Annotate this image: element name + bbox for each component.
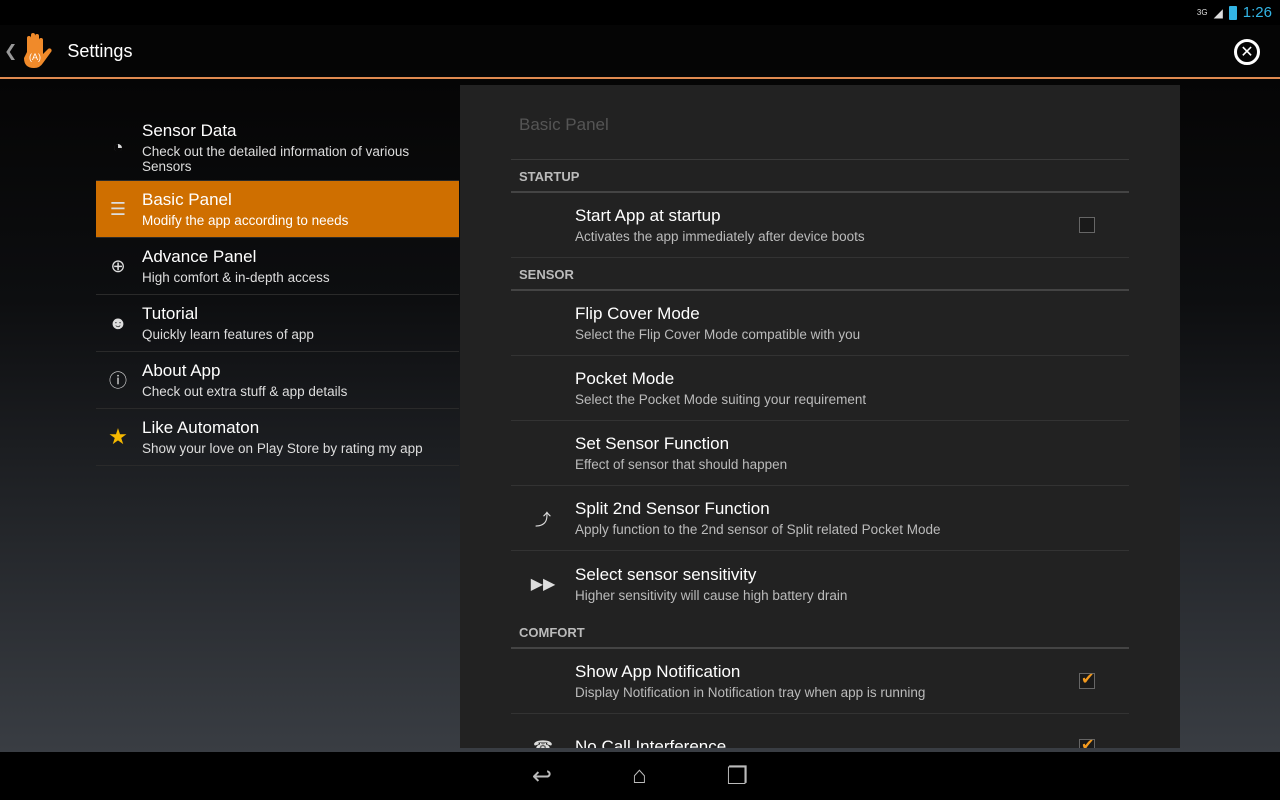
gauge-icon: ◔ — [112, 137, 124, 157]
item-title: About App — [142, 361, 221, 380]
back-chevron-icon[interactable]: ❮ — [4, 41, 17, 61]
pref-no-call-interference[interactable]: ☎ No Call Interference — [511, 714, 1129, 748]
pref-subtitle: Effect of sensor that should happen — [575, 457, 788, 472]
signal-icon: ◢ — [1213, 5, 1223, 20]
pref-title: Split 2nd Sensor Function — [575, 499, 770, 518]
item-subtitle: Check out the detailed information of va… — [142, 144, 410, 174]
pref-subtitle: Display Notification in Notification tra… — [575, 685, 926, 700]
category-comfort: COMFORT — [511, 616, 1129, 649]
status-bar: 3G ◢ 1:26 — [0, 0, 1280, 25]
clock: 1:26 — [1242, 4, 1272, 21]
info-icon: ⓘ — [109, 371, 127, 391]
pref-title: No Call Interference — [575, 736, 727, 749]
category-startup: STARTUP — [511, 160, 1129, 193]
fast-forward-icon: ▶▶ — [530, 575, 556, 593]
item-subtitle: Modify the app according to needs — [142, 213, 349, 228]
pref-title: Flip Cover Mode — [575, 304, 700, 323]
pref-subtitle: Select the Pocket Mode suiting your requ… — [575, 392, 867, 407]
close-button[interactable]: ✕ — [1234, 39, 1260, 65]
navigation-bar: ↩ ⌂ ❐ — [0, 752, 1280, 800]
action-bar: ❮ (A) Settings ✕ — [0, 25, 1280, 79]
item-subtitle: Quickly learn features of app — [142, 327, 314, 342]
back-nav-icon[interactable]: ↩ — [532, 762, 552, 791]
pref-set-sensor-function[interactable]: Set Sensor Function Effect of sensor that… — [511, 421, 1129, 486]
sidebar-item-advance-panel[interactable]: ⊕ Advance Panel High comfort & in-depth ac… — [96, 238, 459, 295]
svg-text:(A): (A) — [29, 52, 41, 62]
plus-circle-icon: ⊕ — [110, 255, 126, 276]
battery-icon — [1228, 5, 1237, 20]
basic-panel: Basic Panel STARTUP Start App at startup… — [460, 85, 1180, 748]
person-icon: ☻ — [108, 312, 128, 333]
pref-title: Show App Notification — [575, 662, 741, 681]
pref-subtitle: Apply function to the 2nd sensor of Spli… — [575, 522, 941, 537]
item-title: Advance Panel — [142, 247, 257, 266]
pref-sensor-sensitivity[interactable]: ▶▶ Select sensor sensitivity Higher sensit… — [511, 551, 1129, 616]
category-sensor: SENSOR — [511, 258, 1129, 291]
app-logo-hand-icon[interactable]: (A) — [21, 32, 55, 70]
item-title: Tutorial — [142, 304, 199, 323]
close-icon: ✕ — [1240, 44, 1254, 61]
pref-flip-cover-mode[interactable]: Flip Cover Mode Select the Flip Cover Mod… — [511, 291, 1129, 356]
pref-subtitle: Higher sensitivity will cause high batte… — [575, 587, 848, 603]
pref-title: Pocket Mode — [575, 369, 675, 388]
pref-show-app-notification[interactable]: Show App Notification Display Notificatio… — [511, 649, 1129, 714]
panel-title: Basic Panel — [511, 85, 1129, 160]
pref-title: Select sensor sensitivity — [575, 564, 757, 584]
page-title: Settings — [67, 40, 133, 61]
item-title: Basic Panel — [142, 190, 232, 209]
item-subtitle: High comfort & in-depth access — [142, 270, 330, 285]
pref-pocket-mode[interactable]: Pocket Mode Select the Pocket Mode suitin… — [511, 356, 1129, 421]
home-nav-icon[interactable]: ⌂ — [632, 762, 647, 790]
item-subtitle: Check out extra stuff & app details — [142, 384, 348, 399]
item-title: Sensor Data — [142, 121, 237, 140]
pref-subtitle: Select the Flip Cover Mode compatible wi… — [575, 327, 861, 342]
item-title: Like Automaton — [142, 418, 260, 437]
item-subtitle: Show your love on Play Store by rating m… — [142, 441, 423, 456]
pref-split-2nd-sensor-function[interactable]: ⤴ Split 2nd Sensor Function Apply function… — [511, 486, 1129, 551]
pref-start-app-at-startup[interactable]: Start App at startup Activates the app im… — [511, 193, 1129, 258]
pref-title: Start App at startup — [575, 206, 721, 225]
sidebar-item-tutorial[interactable]: ☻ Tutorial Quickly learn features of app — [96, 295, 459, 352]
split-arrow-icon: ⤴ — [534, 512, 551, 529]
star-icon: ★ — [108, 424, 128, 449]
pref-title: Set Sensor Function — [575, 434, 730, 453]
list-icon: ☰ — [109, 198, 127, 219]
pref-subtitle: Activates the app immediately after devi… — [575, 229, 865, 244]
network-type: 3G — [1196, 8, 1208, 17]
call-interference-checkbox[interactable] — [1079, 735, 1095, 748]
notification-checkbox[interactable] — [1079, 669, 1095, 689]
settings-sidebar: ◔ Sensor Data Check out the detailed infor… — [96, 115, 459, 466]
sidebar-item-about-app[interactable]: ⓘ About App Check out extra stuff & app de… — [96, 352, 459, 409]
startup-checkbox[interactable] — [1079, 217, 1095, 233]
phone-icon: ☎ — [533, 738, 553, 749]
recents-nav-icon[interactable]: ❐ — [727, 762, 749, 791]
sidebar-item-basic-panel[interactable]: ☰ Basic Panel Modify the app according to … — [96, 181, 459, 238]
sidebar-item-like-automaton[interactable]: ★ Like Automaton Show your love on Play St… — [96, 409, 459, 466]
sidebar-item-sensor-data[interactable]: ◔ Sensor Data Check out the detailed infor… — [96, 115, 459, 181]
